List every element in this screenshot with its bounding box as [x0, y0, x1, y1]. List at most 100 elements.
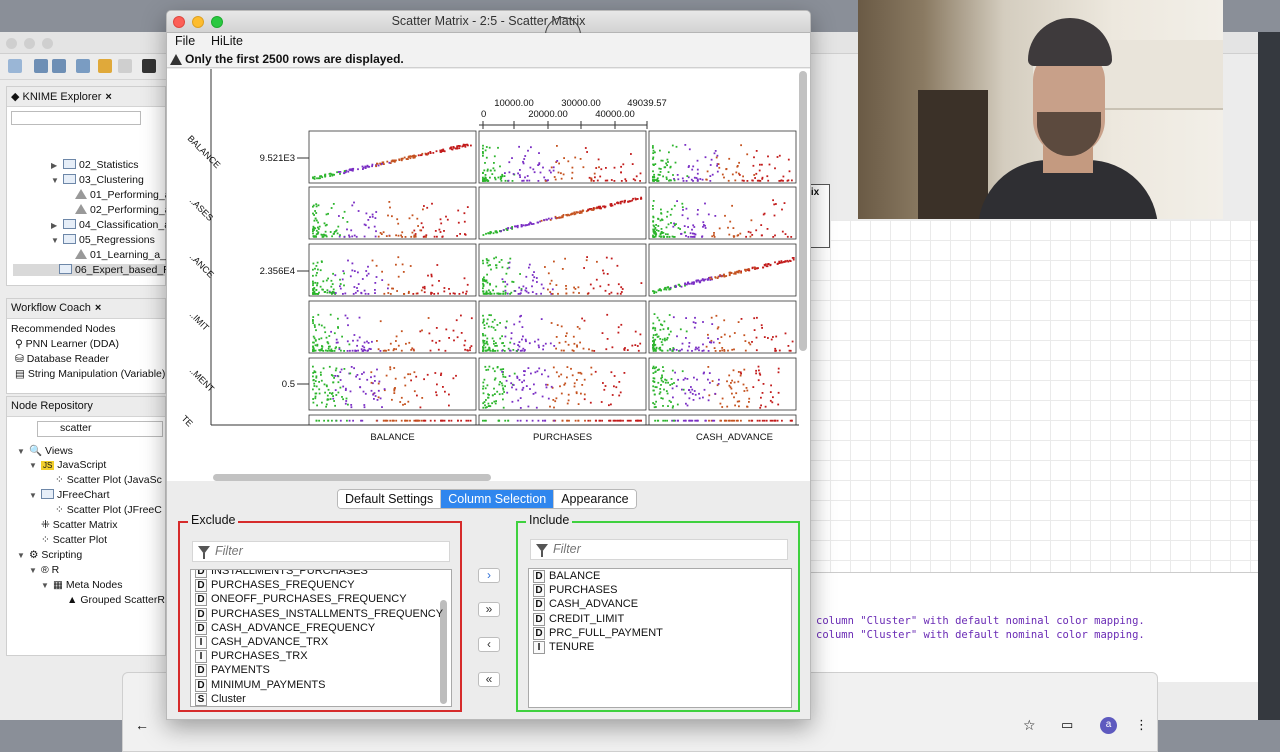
grid-icon[interactable]: [142, 59, 156, 73]
include-list-item[interactable]: D BALANCE: [533, 569, 600, 583]
repo-item[interactable]: ⁘ Scatter Plot: [41, 534, 107, 546]
save-all-icon[interactable]: [76, 59, 90, 73]
move-right-button[interactable]: ›: [478, 568, 500, 583]
scatter-point: [334, 369, 337, 372]
minimize-button-dim[interactable]: [24, 38, 35, 49]
exclude-list-item[interactable]: D PURCHASES_INSTALLMENTS_FREQUENCY: [195, 607, 443, 621]
plot-vertical-scrollbar[interactable]: [799, 71, 807, 351]
scatter-point: [677, 178, 680, 181]
scatter-point: [667, 171, 670, 173]
tree-item[interactable]: ▼ 05_Regressions: [51, 234, 155, 246]
close-button-dim[interactable]: [6, 38, 17, 49]
scatter-point: [524, 289, 527, 292]
repo-item[interactable]: ▼ JS JavaScript: [29, 459, 106, 471]
exclude-list-item[interactable]: D ONEOFF_PURCHASES_FREQUENCY: [195, 592, 407, 607]
scatter-point: [347, 170, 350, 173]
scatter-matrix-plot[interactable]: 0 10000.00 20000.00 30000.00 40000.00 49039.5…: [167, 69, 810, 481]
exclude-list-item[interactable]: I CASH_ADVANCE_TRX: [195, 635, 328, 649]
scatter-point: [515, 388, 518, 391]
include-filter-input[interactable]: Filter: [530, 539, 788, 560]
move-all-right-button[interactable]: »: [478, 602, 500, 617]
zoom-button-dim[interactable]: [42, 38, 53, 49]
tree-item[interactable]: 01_Performing_a: [75, 189, 171, 201]
move-left-button[interactable]: ‹: [478, 637, 500, 652]
repo-search-input[interactable]: scatter: [37, 421, 163, 437]
menu-file[interactable]: File: [175, 34, 195, 48]
exclude-list-item[interactable]: D CASH_ADVANCE_FREQUENCY: [195, 621, 375, 635]
scatter-point: [318, 323, 321, 326]
zoom-button[interactable]: [211, 16, 223, 28]
include-list-item[interactable]: D CREDIT_LIMIT: [533, 612, 624, 626]
scatter-point: [470, 144, 472, 147]
include-list[interactable]: D BALANCE D PURCHASES D CASH_ADVANCE D CREDIT_L…: [528, 568, 792, 708]
exclude-list[interactable]: D INSTALLMENTS_PURCHASES D PURCHASES_FREQUE…: [190, 569, 452, 707]
tree-item[interactable]: ▼ 03_Clustering: [51, 174, 144, 186]
repo-item[interactable]: ▼ ® R: [29, 564, 59, 576]
scatter-point: [565, 332, 568, 335]
back-icon[interactable]: ←: [135, 717, 149, 733]
tree-item[interactable]: ▶ 02_Statistics: [51, 159, 139, 171]
redo-icon[interactable]: [118, 59, 132, 73]
coach-item[interactable]: ⚲ PNN Learner (DDA): [15, 338, 119, 350]
include-list-item[interactable]: D PRC_FULL_PAYMENT: [533, 626, 663, 640]
more-icon[interactable]: ⋮: [1135, 717, 1148, 733]
repo-item[interactable]: ▼ ⚙ Scripting: [17, 549, 82, 561]
scatter-point: [482, 347, 485, 349]
scatter-point: [517, 399, 520, 402]
save-icon[interactable]: [34, 59, 48, 73]
scatter-point: [522, 179, 525, 182]
repo-item[interactable]: ⁜ Scatter Matrix: [41, 519, 117, 531]
tab-appearance[interactable]: Appearance: [554, 490, 636, 508]
minimize-button[interactable]: [192, 16, 204, 28]
repo-item[interactable]: ▲ Grouped ScatterR: [67, 594, 165, 606]
repo-item[interactable]: ⁘ Scatter Plot (JFreeC: [55, 504, 162, 516]
coach-item[interactable]: ⛁ Database Reader: [15, 353, 109, 365]
explorer-combo[interactable]: [11, 111, 141, 125]
scatter-point: [563, 157, 565, 159]
tree-item[interactable]: ▶ 04_Classification_a: [51, 219, 170, 231]
repo-item[interactable]: ⁘ Scatter Plot (JavaSc: [55, 474, 162, 486]
tree-item-selected[interactable]: 06_Expert_based_R: [13, 264, 171, 276]
exclude-list-item[interactable]: D PAYMENTS: [195, 663, 270, 678]
menu-hilite[interactable]: HiLite: [211, 34, 243, 48]
scatter-point: [524, 155, 527, 157]
exclude-list-item[interactable]: S Cluster: [195, 692, 246, 706]
tab-default-settings[interactable]: Default Settings: [338, 490, 442, 508]
exclude-list-item[interactable]: I PURCHASES_TRX: [195, 649, 308, 664]
scatter-point: [665, 226, 668, 229]
scatter-point: [657, 180, 659, 182]
tab-column-selection[interactable]: Column Selection: [441, 490, 555, 508]
repo-item[interactable]: ▼ ▦ Meta Nodes: [41, 579, 122, 591]
tree-item[interactable]: 02_Performing_a: [75, 204, 171, 216]
exclude-list-item[interactable]: D INSTALLMENTS_PURCHASES: [195, 570, 368, 578]
scatter-point: [778, 154, 781, 157]
include-list-item[interactable]: D CASH_ADVANCE: [533, 597, 638, 612]
scatter-point: [574, 156, 577, 159]
new-icon[interactable]: [8, 59, 22, 73]
coach-item[interactable]: ▤ String Manipulation (Variable): [15, 368, 165, 380]
undo-icon[interactable]: [98, 59, 112, 73]
cast-icon[interactable]: ▭: [1061, 717, 1073, 733]
close-icon[interactable]: ×: [95, 302, 101, 314]
scatter-point: [721, 349, 724, 352]
close-icon[interactable]: ×: [105, 91, 111, 103]
close-button[interactable]: [173, 16, 185, 28]
exclude-filter-input[interactable]: Filter: [192, 541, 450, 562]
scatter-point: [320, 379, 323, 382]
exclude-list-item[interactable]: D MINIMUM_PAYMENTS: [195, 678, 326, 692]
tree-item[interactable]: 01_Learning_a_S: [75, 249, 173, 261]
save-as-icon[interactable]: [52, 59, 66, 73]
scatter-point: [511, 180, 514, 182]
scatter-point: [526, 179, 528, 182]
exclude-list-item[interactable]: D PURCHASES_FREQUENCY: [195, 578, 355, 593]
scatter-point: [312, 401, 315, 404]
repo-item[interactable]: ▼ 🔍 Views: [17, 444, 73, 457]
plot-horizontal-scrollbar[interactable]: [213, 474, 491, 481]
move-all-left-button[interactable]: «: [478, 672, 500, 687]
workflow-canvas[interactable]: rix: [804, 184, 1258, 600]
window-titlebar[interactable]: Scatter Matrix - 2:5 - Scatter Matrix: [167, 11, 810, 33]
include-list-item[interactable]: D PURCHASES: [533, 583, 617, 598]
include-list-item[interactable]: I TENURE: [533, 640, 594, 654]
scatter-point: [411, 347, 414, 350]
repo-item[interactable]: ▼ JFreeChart: [29, 489, 110, 501]
